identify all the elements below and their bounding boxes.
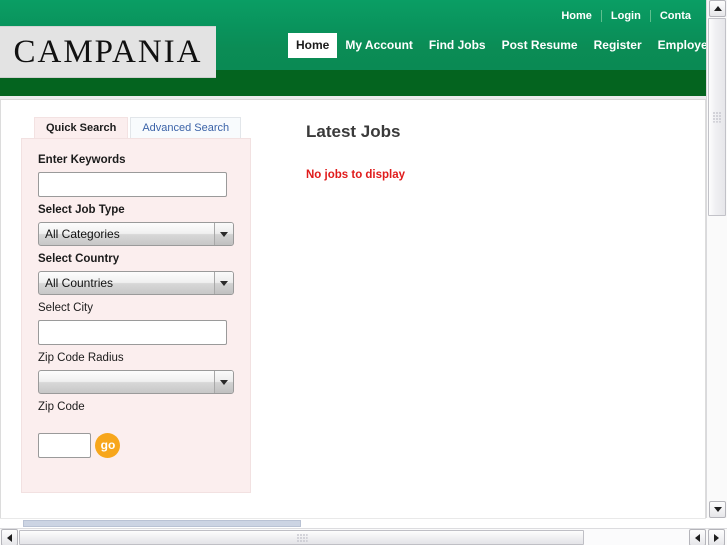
nav-item-register[interactable]: Register (586, 33, 650, 58)
top-nav-item-contact[interactable]: Conta (651, 10, 700, 22)
nav-item-employer[interactable]: Employer (650, 33, 706, 58)
search-tabs: Quick Search Advanced Search (34, 117, 251, 138)
zip-radius-select[interactable] (38, 370, 234, 394)
nav-item-post-resume[interactable]: Post Resume (494, 33, 586, 58)
scrollbar-grip-icon (712, 111, 722, 123)
job-type-select-value: All Categories (45, 227, 120, 241)
scroll-left-button-secondary[interactable] (689, 529, 706, 545)
chevron-down-icon (214, 223, 233, 245)
site-logo[interactable]: CAMPANIA (0, 26, 216, 78)
job-type-label: Select Job Type (38, 204, 125, 216)
keywords-input[interactable] (38, 172, 227, 197)
search-panel-body: Enter Keywords Select Job Type All Categ… (21, 138, 251, 493)
top-nav-item-home[interactable]: Home (552, 10, 601, 22)
scroll-left-arrow-icon (695, 533, 700, 542)
page-viewport: Home Login Conta CAMPANIA Home My Accoun… (0, 0, 706, 518)
keywords-label: Enter Keywords (38, 154, 126, 166)
browser-window: Home Login Conta CAMPANIA Home My Accoun… (0, 0, 727, 545)
scroll-down-button[interactable] (709, 501, 726, 518)
tab-advanced-search[interactable]: Advanced Search (130, 117, 242, 138)
search-panel: Quick Search Advanced Search Enter Keywo… (21, 117, 251, 493)
inner-horizontal-scrollbar[interactable] (0, 518, 706, 527)
horizontal-scrollbar[interactable] (0, 528, 727, 545)
country-label: Select Country (38, 253, 120, 265)
country-select[interactable]: All Countries (38, 271, 234, 295)
tab-quick-search[interactable]: Quick Search (34, 117, 129, 138)
zip-code-input[interactable] (38, 432, 91, 458)
page-body: Quick Search Advanced Search Enter Keywo… (0, 100, 706, 518)
nav-item-my-account[interactable]: My Account (337, 33, 421, 58)
scroll-down-arrow-icon (713, 507, 722, 512)
city-label: Select City (38, 302, 93, 314)
nav-item-home[interactable]: Home (288, 33, 338, 58)
top-nav-item-login[interactable]: Login (602, 10, 650, 22)
chevron-down-icon (214, 272, 233, 294)
scroll-left-arrow-icon (7, 533, 12, 542)
scroll-right-arrow-icon (714, 533, 719, 542)
job-type-select[interactable]: All Categories (38, 222, 234, 246)
inner-horizontal-scrollbar-thumb[interactable] (23, 520, 301, 527)
main-content: Latest Jobs No jobs to display (306, 122, 686, 182)
empty-state-message: No jobs to display (306, 169, 406, 181)
zip-radius-label: Zip Code Radius (38, 352, 124, 364)
scroll-up-arrow-icon (713, 6, 722, 11)
vertical-scrollbar-thumb[interactable] (708, 18, 726, 216)
tab-quick-search-label: Quick Search (46, 122, 117, 134)
scroll-right-button[interactable] (708, 529, 725, 545)
logo-text: CAMPANIA (13, 33, 203, 70)
scroll-left-button[interactable] (1, 529, 18, 545)
page-title: Latest Jobs (306, 122, 401, 141)
country-select-value: All Countries (45, 276, 114, 290)
site-header: Home Login Conta CAMPANIA Home My Accoun… (0, 0, 706, 96)
nav-item-find-jobs[interactable]: Find Jobs (421, 33, 494, 58)
chevron-down-icon (214, 371, 233, 393)
scroll-up-button[interactable] (709, 0, 726, 17)
main-navigation: Home My Account Find Jobs Post Resume Re… (288, 33, 706, 58)
go-search-button[interactable]: go (95, 433, 121, 458)
zip-code-label: Zip Code (38, 401, 85, 413)
scrollbar-grip-icon (296, 533, 307, 542)
tab-advanced-search-label: Advanced Search (142, 122, 230, 134)
city-input[interactable] (38, 320, 227, 345)
top-utility-nav: Home Login Conta (552, 10, 700, 22)
horizontal-scrollbar-thumb[interactable] (19, 530, 584, 545)
vertical-scrollbar[interactable] (706, 0, 727, 518)
